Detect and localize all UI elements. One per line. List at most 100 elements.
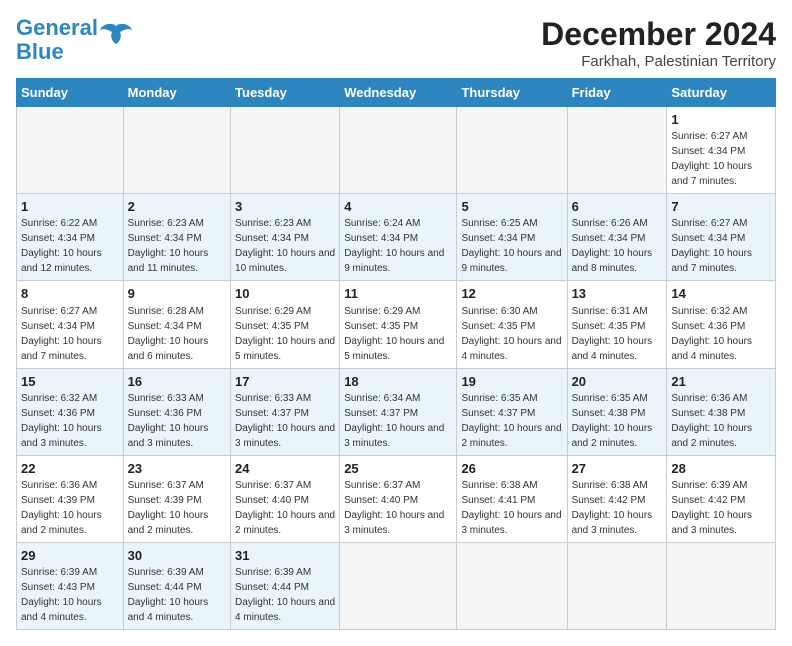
daylight-info: Daylight: 10 hours and 9 minutes. [344,248,444,274]
sunset-info: Sunset: 4:36 PM [671,321,745,332]
daylight-info: Daylight: 10 hours and 3 minutes. [21,423,102,449]
sunset-info: Sunset: 4:34 PM [21,321,95,332]
sunrise-info: Sunrise: 6:36 AM [21,480,97,491]
calendar-cell: 30Sunrise: 6:39 AMSunset: 4:44 PMDayligh… [123,542,230,629]
calendar-cell: 8 Sunrise: 6:27 AM Sunset: 4:34 PM Daylight… [17,281,124,368]
daylight-info: Daylight: 10 hours and 2 minutes. [235,510,335,536]
calendar-cell: 29Sunrise: 6:39 AMSunset: 4:43 PMDayligh… [17,542,124,629]
sunrise-info: Sunrise: 6:38 AM [461,480,537,491]
daylight-info: Daylight: 10 hours and 5 minutes. [344,336,444,362]
sunset-info: Sunset: 4:35 PM [572,321,646,332]
calendar-cell: 27Sunrise: 6:38 AMSunset: 4:42 PMDayligh… [567,455,667,542]
column-header-saturday: Saturday [667,79,776,107]
day-number: 23 [128,460,226,478]
sunset-info: Sunset: 4:40 PM [344,495,418,506]
sunrise-info: Sunrise: 6:27 AM [21,306,97,317]
sunrise-info: Sunrise: 6:38 AM [572,480,648,491]
logo-text: GeneralBlue [16,16,98,64]
day-number: 6 [572,198,663,216]
sunset-info: Sunset: 4:37 PM [461,408,535,419]
calendar-cell: 13 Sunrise: 6:31 AM Sunset: 4:35 PM Dayligh… [567,281,667,368]
sunrise-info: Sunrise: 6:39 AM [671,480,747,491]
sunrise-info: Sunrise: 6:27 AM [671,218,747,229]
sunset-info: Sunset: 4:34 PM [461,233,535,244]
day-number: 13 [572,285,663,303]
daylight-info: Daylight: 10 hours and 4 minutes. [572,336,653,362]
sunset-info: Sunset: 4:43 PM [21,582,95,593]
daylight-info: Daylight: 10 hours and 3 minutes. [128,423,209,449]
sunset-info: Sunset: 4:44 PM [235,582,309,593]
sunrise-info: Sunrise: 6:26 AM [572,218,648,229]
day-number: 31 [235,547,335,565]
daylight-info: Daylight: 10 hours and 6 minutes. [128,336,209,362]
day-number: 26 [461,460,562,478]
calendar-cell: 31Sunrise: 6:39 AMSunset: 4:44 PMDayligh… [231,542,340,629]
daylight-info: Daylight: 10 hours and 2 minutes. [572,423,653,449]
main-title: December 2024 [541,16,776,53]
sunrise-info: Sunrise: 6:31 AM [572,306,648,317]
sunrise-info: Sunrise: 6:34 AM [344,393,420,404]
daylight-info: Daylight: 10 hours and 3 minutes. [461,510,561,536]
sunset-info: Sunset: 4:44 PM [128,582,202,593]
calendar-header-row: SundayMondayTuesdayWednesdayThursdayFrid… [17,79,776,107]
sunset-info: Sunset: 4:40 PM [235,495,309,506]
sunset-info: Sunset: 4:35 PM [461,321,535,332]
sunset-info: Sunset: 4:34 PM [235,233,309,244]
sunrise-info: Sunrise: 6:30 AM [461,306,537,317]
calendar-cell: 24Sunrise: 6:37 AMSunset: 4:40 PMDayligh… [231,455,340,542]
sunrise-info: Sunrise: 6:39 AM [235,567,311,578]
daylight-info: Daylight: 10 hours and 9 minutes. [461,248,561,274]
calendar-week-row: 1Sunrise: 6:22 AMSunset: 4:34 PMDaylight… [17,194,776,281]
subtitle: Farkhah, Palestinian Territory [541,53,776,70]
calendar-cell [340,542,457,629]
sunrise-info: Sunrise: 6:32 AM [21,393,97,404]
calendar-cell: 22Sunrise: 6:36 AMSunset: 4:39 PMDayligh… [17,455,124,542]
sunrise-info: Sunrise: 6:23 AM [128,218,204,229]
day-number: 8 [21,285,119,303]
daylight-info: Daylight: 10 hours and 10 minutes. [235,248,335,274]
day-number: 12 [461,285,562,303]
day-number: 27 [572,460,663,478]
calendar-cell: 9Sunrise: 6:28 AMSunset: 4:34 PMDaylight… [123,281,230,368]
calendar-cell: 3Sunrise: 6:23 AMSunset: 4:34 PMDaylight… [231,194,340,281]
daylight-info: Daylight: 10 hours and 12 minutes. [21,248,102,274]
daylight-info: Daylight: 10 hours and 7 minutes. [21,336,102,362]
day-number: 21 [671,373,771,391]
calendar-cell: 1Sunrise: 6:22 AMSunset: 4:34 PMDaylight… [17,194,124,281]
sunset-info: Sunset: 4:34 PM [671,233,745,244]
sunset-info: Sunset: 4:34 PM [128,321,202,332]
calendar-cell [17,107,124,194]
sunrise-info: Sunrise: 6:35 AM [572,393,648,404]
sunset-info: Sunset: 4:41 PM [461,495,535,506]
calendar-cell: 26 Sunrise: 6:38 AM Sunset: 4:41 PM Dayligh… [457,455,567,542]
calendar-cell: 11Sunrise: 6:29 AMSunset: 4:35 PMDayligh… [340,281,457,368]
sunset-info: Sunset: 4:39 PM [21,495,95,506]
calendar-cell: 5Sunrise: 6:25 AMSunset: 4:34 PMDaylight… [457,194,567,281]
sunset-info: Sunset: 4:34 PM [21,233,95,244]
daylight-info: Daylight: 10 hours and 4 minutes. [461,336,561,362]
daylight-info: Daylight: 10 hours and 3 minutes. [235,423,335,449]
calendar-cell: 21Sunrise: 6:36 AMSunset: 4:38 PMDayligh… [667,368,776,455]
day-number: 29 [21,547,119,565]
sunset-info: Sunset: 4:35 PM [235,321,309,332]
title-area: December 2024 Farkhah, Palestinian Terri… [541,16,776,70]
calendar-cell [340,107,457,194]
daylight-info: Daylight: 10 hours and 7 minutes. [671,248,752,274]
sunset-info: Sunset: 4:38 PM [572,408,646,419]
daylight-info: Daylight: 10 hours and 3 minutes. [572,510,653,536]
sunrise-info: Sunrise: 6:25 AM [461,218,537,229]
day-number: 10 [235,285,335,303]
daylight-info: Daylight: 10 hours and 3 minutes. [344,423,444,449]
calendar-cell: 12 Sunrise: 6:30 AM Sunset: 4:35 PM Dayligh… [457,281,567,368]
daylight-info: Daylight: 10 hours and 4 minutes. [128,597,209,623]
daylight-info: Daylight: 10 hours and 8 minutes. [572,248,653,274]
calendar-cell: 10Sunrise: 6:29 AMSunset: 4:35 PMDayligh… [231,281,340,368]
sunset-info: Sunset: 4:37 PM [344,408,418,419]
day-number: 7 [671,198,771,216]
sunset-info: Sunset: 4:34 PM [671,146,745,157]
daylight-info: Daylight: 10 hours and 2 minutes. [21,510,102,536]
day-number: 3 [235,198,335,216]
calendar-cell: 4Sunrise: 6:24 AMSunset: 4:34 PMDaylight… [340,194,457,281]
column-header-friday: Friday [567,79,667,107]
daylight-info: Daylight: 10 hours and 3 minutes. [671,510,752,536]
